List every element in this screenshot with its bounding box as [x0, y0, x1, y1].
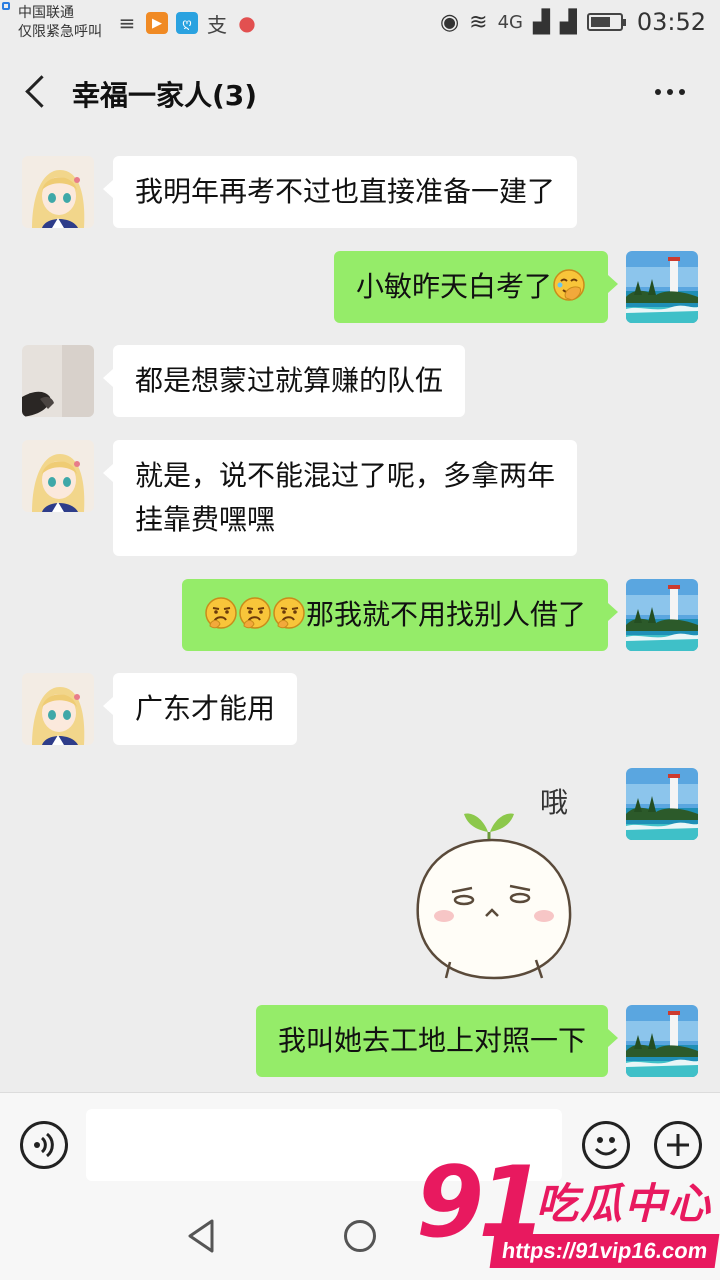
smirk-emoji-icon [204, 596, 238, 630]
voice-icon[interactable] [20, 1121, 68, 1169]
lighthouse-avatar[interactable] [626, 579, 698, 651]
message-bubble[interactable]: 都是想蒙过就算赚的队伍 [102, 345, 466, 417]
carrier-name: 中国联通 [18, 5, 74, 21]
smirk-emoji-icon [238, 596, 272, 630]
carrier-info: 中国联通 仅限紧急呼叫 [18, 4, 102, 42]
status-bar: 中国联通 仅限紧急呼叫 ≡ ▶ ღ 支 ● ◉ ≋ 4G ▟ ▟ 03:52 [0, 0, 720, 50]
message-bubble[interactable]: 广东才能用 [102, 673, 298, 745]
video-app-icon: ▶ [146, 12, 168, 34]
back-button[interactable] [24, 74, 54, 114]
lighthouse-avatar[interactable] [626, 1005, 698, 1077]
message-bubble[interactable]: 我叫她去工地上对照一下 [255, 1005, 619, 1077]
watermark-name: 吃瓜中心 [536, 1179, 713, 1228]
message-bubble[interactable]: 就是，说不能混过了呢，多拿两年 挂靠费嘿嘿 [102, 440, 578, 556]
notification-icon [2, 2, 10, 10]
sprout-bun-sticker[interactable]: 哦 [408, 768, 608, 986]
watermark-url: https://91vip16.com [489, 1234, 720, 1268]
signal-2-icon: ▟ [559, 9, 577, 35]
message-list[interactable]: 我明年再考不过也直接准备一建了 小敏昨天白考了 都是想蒙过就算赚的队伍 就是，说… [0, 136, 720, 1092]
signal-fan-icon: ≡ [118, 11, 136, 35]
message-bubble[interactable]: 我明年再考不过也直接准备一建了 [102, 156, 578, 228]
message-bubble[interactable]: 那我就不用找别人借了 [181, 579, 619, 651]
map-pin-icon: ● [238, 11, 256, 35]
chat-title: 幸福一家人(3) [72, 79, 258, 112]
nav-back-icon[interactable] [186, 1218, 216, 1254]
more-options-button[interactable] [650, 80, 690, 104]
chat-header: 幸福一家人(3) [0, 50, 720, 136]
nav-home-icon[interactable] [344, 1220, 376, 1252]
lighthouse-avatar[interactable] [626, 768, 698, 840]
eye-icon: ◉ [439, 9, 460, 35]
sticker-text: 哦 [540, 786, 568, 819]
facepalm-emoji-icon [552, 268, 586, 302]
clock: 03:52 [636, 8, 706, 36]
wifi-icon: ≋ [469, 9, 488, 35]
status-system-icons: ◉ ≋ 4G ▟ ▟ 03:52 [440, 8, 706, 36]
anime-girl-avatar[interactable] [22, 440, 94, 512]
message-text: 那我就不用找别人借了 [305, 598, 586, 631]
network-type: 4G [497, 11, 523, 33]
message-text-line: 就是，说不能混过了呢，多拿两年 [135, 459, 556, 492]
watermark-logo: 91 吃瓜中心 https://91vip16.com [410, 1148, 720, 1280]
anime-girl-avatar[interactable] [22, 673, 94, 745]
alipay-icon: 支 [207, 12, 227, 37]
message-bubble[interactable]: 小敏昨天白考了 [333, 251, 619, 323]
status-app-icons: ≡ ▶ ღ 支 ● [116, 11, 258, 37]
message-text: 小敏昨天白考了 [355, 270, 552, 303]
shoe-photo-avatar[interactable] [22, 345, 94, 417]
signal-icon: ▟ [532, 9, 550, 35]
carrier-note: 仅限紧急呼叫 [18, 24, 102, 40]
battery-icon [586, 13, 626, 31]
baidu-app-icon: ღ [176, 12, 198, 34]
anime-girl-avatar[interactable] [22, 156, 94, 228]
message-text-line: 挂靠费嘿嘿 [135, 503, 276, 536]
lighthouse-avatar[interactable] [626, 251, 698, 323]
smirk-emoji-icon [272, 596, 306, 630]
